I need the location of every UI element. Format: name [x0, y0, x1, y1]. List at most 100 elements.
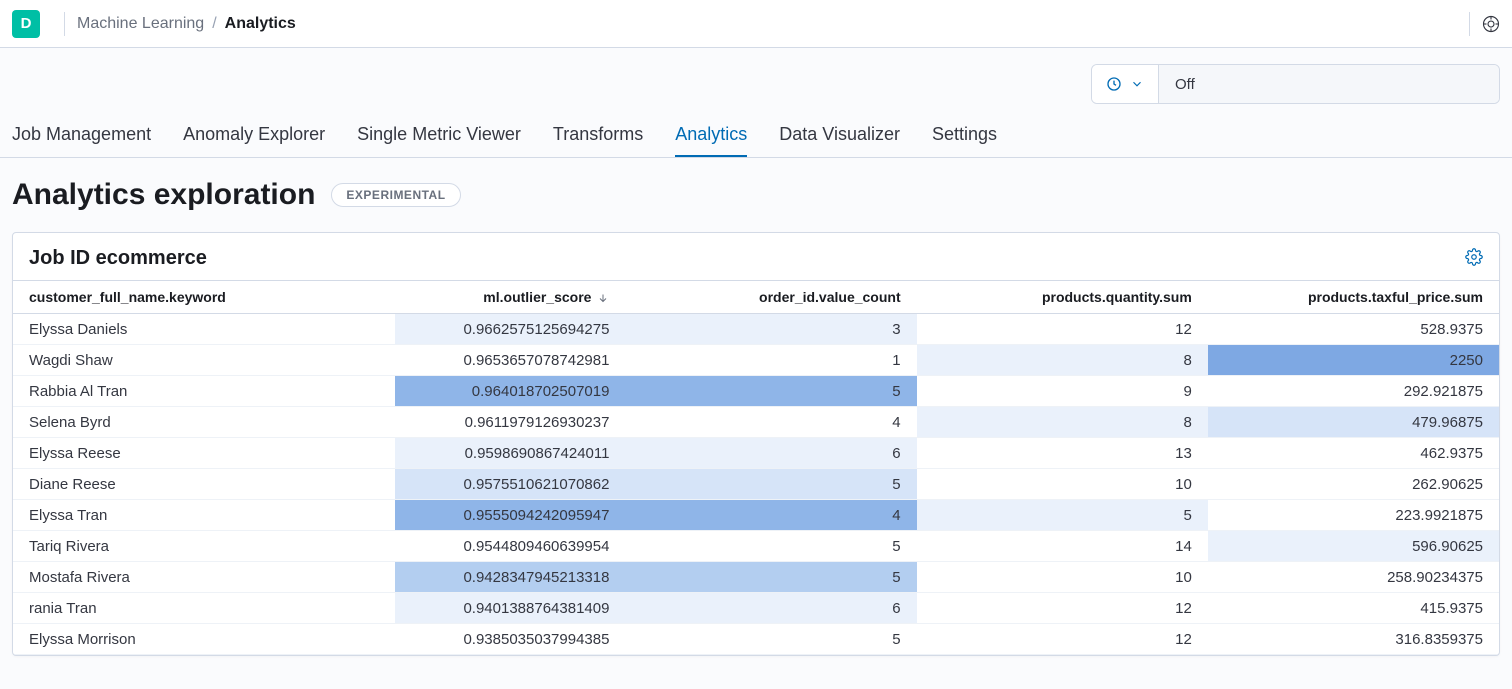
panel-title: Job ID ecommerce — [29, 247, 207, 270]
cell-order-count: 6 — [625, 593, 916, 624]
cell-order-count: 1 — [625, 345, 916, 376]
cell-customer-name: Elyssa Tran — [13, 500, 395, 531]
space-badge[interactable]: D — [12, 10, 40, 38]
cell-quantity-sum: 12 — [917, 624, 1208, 655]
datepicker-value-text: Off — [1175, 76, 1195, 93]
cell-value: 0.9653657078742981 — [463, 352, 609, 369]
table-row[interactable]: Diane Reese0.9575510621070862510262.9062… — [13, 469, 1499, 500]
column-header-label: customer_full_name.keyword — [29, 289, 226, 305]
cell-price-sum: 316.8359375 — [1208, 624, 1499, 655]
column-header-ml_outlier_score[interactable]: ml.outlier_score — [395, 281, 626, 314]
table-row[interactable]: Mostafa Rivera0.9428347945213318510258.9… — [13, 562, 1499, 593]
cell-value: 479.96875 — [1412, 414, 1483, 431]
cell-customer-name: Elyssa Morrison — [13, 624, 395, 655]
table-row[interactable]: Wagdi Shaw0.9653657078742981182250 — [13, 345, 1499, 376]
cell-value: 4 — [892, 507, 900, 524]
column-header-label: ml.outlier_score — [483, 289, 591, 305]
cell-value: Elyssa Morrison — [29, 631, 136, 648]
column-header-products_quantity_sum[interactable]: products.quantity.sum — [917, 281, 1208, 314]
cell-order-count: 6 — [625, 438, 916, 469]
heat-fill — [625, 469, 916, 499]
cell-value: 415.9375 — [1420, 600, 1483, 617]
cell-value: 2250 — [1450, 352, 1483, 369]
cell-value: 0.9662575125694275 — [463, 321, 609, 338]
cell-value: 292.921875 — [1404, 383, 1483, 400]
cell-order-count: 5 — [625, 562, 916, 593]
cell-outlier-score: 0.9598690867424011 — [395, 438, 626, 469]
column-header-order_id_value_count[interactable]: order_id.value_count — [625, 281, 916, 314]
cell-price-sum: 479.96875 — [1208, 407, 1499, 438]
table-row[interactable]: Elyssa Daniels0.9662575125694275312528.9… — [13, 314, 1499, 345]
heat-fill — [625, 314, 916, 344]
cell-quantity-sum: 12 — [917, 314, 1208, 345]
cell-customer-name: Wagdi Shaw — [13, 345, 395, 376]
results-panel: Job ID ecommerce customer_full_name.keyw… — [12, 232, 1500, 656]
cell-quantity-sum: 13 — [917, 438, 1208, 469]
cell-outlier-score: 0.9544809460639954 — [395, 531, 626, 562]
datepicker-quick-menu-button[interactable] — [1092, 65, 1159, 103]
cell-value: Elyssa Reese — [29, 445, 121, 462]
cell-value: 12 — [1175, 600, 1192, 617]
controls-row: Off — [0, 48, 1512, 104]
experimental-badge: EXPERIMENTAL — [331, 183, 460, 207]
table-row[interactable]: rania Tran 0.9401388764381409 6 12 415.9375 — [13, 593, 1499, 624]
super-datepicker[interactable]: Off — [1091, 64, 1500, 104]
cell-order-count: 5 — [625, 376, 916, 407]
cell-outlier-score: 0.964018702507019 — [395, 376, 626, 407]
panel-header: Job ID ecommerce — [13, 233, 1499, 280]
datepicker-value[interactable]: Off — [1159, 65, 1499, 103]
cell-customer-name: Rabbia Al Tran — [13, 376, 395, 407]
table-row[interactable]: Selena Byrd0.961197912693023748479.96875 — [13, 407, 1499, 438]
cell-customer-name: rania Tran — [13, 593, 395, 624]
cell-outlier-score: 0.9385035037994385 — [395, 624, 626, 655]
table-row[interactable]: Elyssa Tran0.9555094242095947 4 5 223.99218… — [13, 500, 1499, 531]
column-header-products_taxful_price_sum[interactable]: products.taxful_price.sum — [1208, 281, 1499, 314]
table-row[interactable]: Rabbia Al Tran0.96401870250701959292.921… — [13, 376, 1499, 407]
cell-customer-name: Mostafa Rivera — [13, 562, 395, 593]
tab-analytics[interactable]: Analytics — [675, 124, 747, 157]
cell-value: 596.90625 — [1412, 538, 1483, 555]
cell-value: 0.964018702507019 — [472, 383, 610, 400]
tab-anomaly-explorer[interactable]: Anomaly Explorer — [183, 124, 325, 157]
cell-price-sum: 258.90234375 — [1208, 562, 1499, 593]
cell-price-sum: 223.9921875 — [1208, 500, 1499, 531]
cell-value: 5 — [1183, 507, 1191, 524]
cell-value: 6 — [892, 600, 900, 617]
table-row[interactable]: Elyssa Reese0.9598690867424011613462.937… — [13, 438, 1499, 469]
column-header-customer_full_name_keyword[interactable]: customer_full_name.keyword — [13, 281, 395, 314]
cell-value: Diane Reese — [29, 476, 116, 493]
cell-order-count: 5 — [625, 624, 916, 655]
help-icon[interactable] — [1482, 15, 1500, 33]
cell-value: 0.9401388764381409 — [463, 600, 609, 617]
cell-value: Elyssa Daniels — [29, 321, 127, 338]
table-row[interactable]: Tariq Rivera0.9544809460639954514596.906… — [13, 531, 1499, 562]
cell-value: 0.9544809460639954 — [463, 538, 609, 555]
tab-data-visualizer[interactable]: Data Visualizer — [779, 124, 900, 157]
sort-desc-icon — [597, 292, 609, 304]
tab-job-management[interactable]: Job Management — [12, 124, 151, 157]
cell-price-sum: 2250 — [1208, 345, 1499, 376]
column-header-label: products.taxful_price.sum — [1308, 289, 1483, 305]
cell-value: 12 — [1175, 631, 1192, 648]
tab-settings[interactable]: Settings — [932, 124, 997, 157]
cell-outlier-score: 0.9611979126930237 — [395, 407, 626, 438]
cell-customer-name: Selena Byrd — [13, 407, 395, 438]
tab-label: Data Visualizer — [779, 124, 900, 144]
table-row[interactable]: Elyssa Morrison 0.93850350379943855 12 316.… — [13, 624, 1499, 655]
tab-transforms[interactable]: Transforms — [553, 124, 643, 157]
tab-single-metric-viewer[interactable]: Single Metric Viewer — [357, 124, 521, 157]
cell-outlier-score: 0.9555094242095947 — [395, 500, 626, 531]
table-settings-button[interactable] — [1465, 248, 1483, 269]
breadcrumb-parent[interactable]: Machine Learning — [77, 15, 204, 33]
table-body: Elyssa Daniels0.9662575125694275312528.9… — [13, 314, 1499, 655]
cell-quantity-sum: 10 — [917, 562, 1208, 593]
breadcrumb-current: Analytics — [225, 15, 296, 33]
column-header-label: order_id.value_count — [759, 289, 901, 305]
cell-outlier-score: 0.9575510621070862 — [395, 469, 626, 500]
cell-quantity-sum: 8 — [917, 407, 1208, 438]
page-title: Analytics exploration — [12, 178, 315, 212]
cell-price-sum: 262.90625 — [1208, 469, 1499, 500]
cell-quantity-sum: 5 — [917, 500, 1208, 531]
cell-quantity-sum: 12 — [917, 593, 1208, 624]
cell-value: 13 — [1175, 445, 1192, 462]
